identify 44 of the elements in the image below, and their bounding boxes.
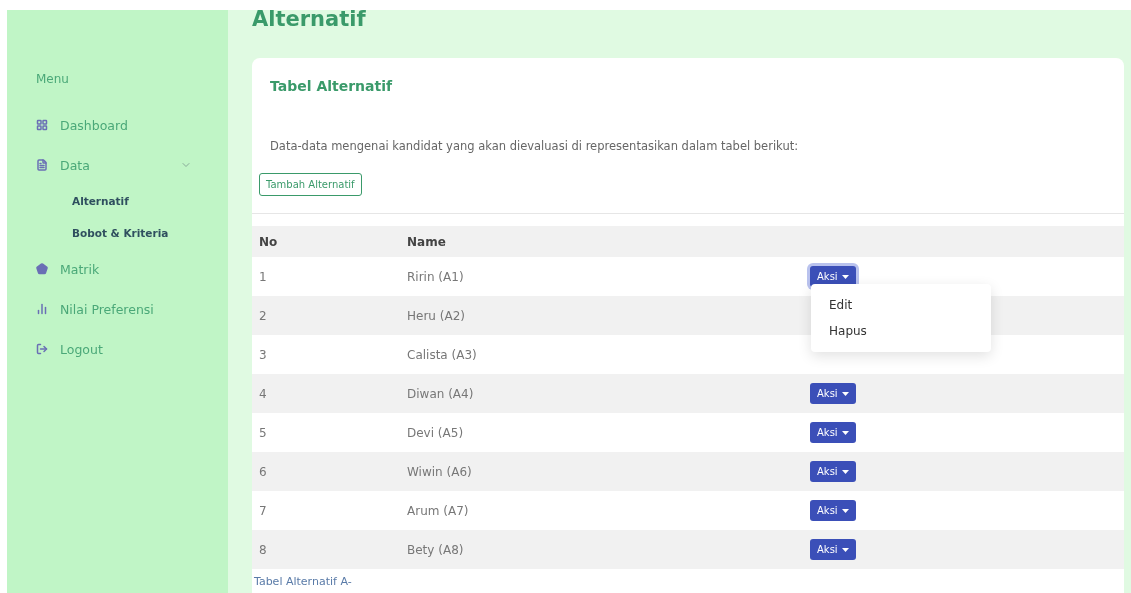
action-button[interactable]: Aksi [810,539,856,560]
table-cell-text: Ririn (A1) [407,269,465,284]
table-cell-text: 8 [259,542,268,557]
caret-icon [841,274,849,279]
action-button[interactable]: Aksi [810,422,856,443]
table-cell-text: 4 [259,386,268,401]
logout-icon [36,343,48,355]
table-cell-text: Heru (A2) [407,308,466,323]
grid-icon [36,119,48,131]
menu-heading: Menu [35,72,70,86]
table-cell-text: Calista (A3) [407,347,478,362]
card-title: Tabel Alternatif [269,77,394,94]
sidebar-subitem[interactable]: Bobot & Kriteria [7,217,228,249]
column-header: No [259,234,279,249]
action-button[interactable]: Aksi [810,500,856,521]
file-icon [36,159,48,171]
description: Data-data mengenai kandidat yang akan dievaluasi di representasikan dalam tabel berikut: [269,138,800,153]
pentagon-icon [36,263,48,275]
menu-item[interactable]: Hapus [811,318,991,344]
table-cell-text: 5 [259,425,268,440]
caret-icon [841,547,849,552]
sidebar-subitem[interactable]: Alternatif [7,185,228,217]
column-header: Name [407,234,447,249]
caret-icon [841,469,849,474]
page-title: Alternatif [252,10,367,33]
table-cell-text: Devi (A5) [407,425,465,440]
table-cell-text: 2 [259,308,268,323]
table-cell-text: 6 [259,464,268,479]
table-cell-text: 7 [259,503,268,518]
caret-icon [841,430,849,435]
table-caption: Tabel Alternatif A- [253,574,353,588]
action-button[interactable]: Aksi [810,461,856,482]
menu-item[interactable]: Edit [811,292,991,318]
caret-icon [841,508,849,513]
table-cell-text: Bety (A8) [407,542,465,557]
action-button[interactable]: Aksi [810,383,856,404]
add-button[interactable]: Tambah Alternatif [259,173,362,196]
table-cell-text: Wiwin (A6) [407,464,473,479]
table-cell-text: Diwan (A4) [407,386,475,401]
table-cell-text: Arum (A7) [407,503,470,518]
bar-chart-icon [36,303,48,315]
caret-icon [841,391,849,396]
table-cell-text: 3 [259,347,268,362]
table-cell-text: 1 [259,269,268,284]
